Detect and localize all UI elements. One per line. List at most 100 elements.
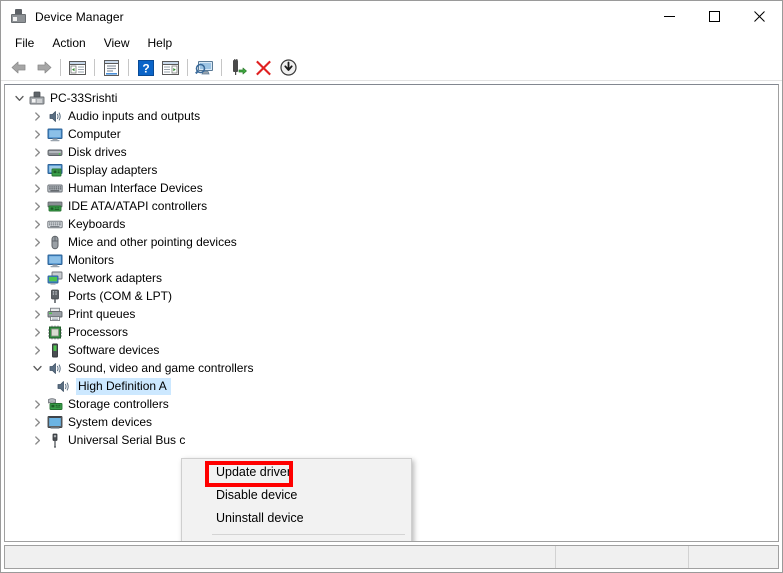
device-manager-icon (10, 8, 27, 25)
menu-item-action[interactable]: Action (43, 34, 94, 53)
tree-row-monitors[interactable]: Monitors (5, 251, 778, 269)
maximize-icon[interactable] (692, 1, 737, 32)
chevron-right-icon[interactable] (29, 341, 45, 359)
tree-row-universal-serial-bus-controllers[interactable]: Universal Serial Bus c (5, 431, 778, 449)
chevron-right-icon[interactable] (29, 323, 45, 341)
tree-label: Mice and other pointing devices (68, 235, 237, 249)
tree-row-system-devices[interactable]: System devices (5, 413, 778, 431)
titlebar: Device Manager (1, 1, 782, 32)
chevron-right-icon[interactable] (29, 143, 45, 161)
tree-row-audio-inputs-and-outputs[interactable]: Audio inputs and outputs (5, 107, 778, 125)
tree-label: System devices (68, 415, 153, 429)
tree-row-network-adapters[interactable]: Network adapters (5, 269, 778, 287)
tree-row-keyboards[interactable]: Keyboards (5, 215, 778, 233)
enable-device-icon[interactable] (226, 56, 251, 80)
tree-label: Human Interface Devices (68, 181, 203, 195)
tree-row-processors[interactable]: Processors (5, 323, 778, 341)
monitor-icon (45, 251, 65, 269)
tree-row-sound-video-and-game-controllers[interactable]: Sound, video and game controllers (5, 359, 778, 377)
chevron-right-icon[interactable] (29, 215, 45, 233)
chevron-down-icon[interactable] (11, 89, 27, 107)
usb-icon (45, 431, 65, 449)
scan-for-hardware-changes-icon[interactable] (192, 56, 217, 80)
device-manager-window: Device Manager File Action View Help ? P… (0, 0, 783, 573)
context-menu-item-scan-for-hardware-changes[interactable]: Scan for hardware changes (212, 539, 411, 541)
chevron-right-icon[interactable] (29, 125, 45, 143)
chevron-right-icon[interactable] (29, 395, 45, 413)
menu-item-file[interactable]: File (6, 34, 43, 53)
tree-row-software-devices[interactable]: Software devices (5, 341, 778, 359)
back-icon[interactable] (6, 56, 31, 80)
window-controls (647, 1, 782, 32)
tree-row-human-interface-devices[interactable]: Human Interface Devices (5, 179, 778, 197)
toolbar-separator (221, 59, 222, 76)
minimize-icon[interactable] (647, 1, 692, 32)
tree-label: Ports (COM & LPT) (68, 289, 173, 303)
storage-controller-icon (45, 395, 65, 413)
window-title: Device Manager (35, 9, 124, 24)
show-hide-action-pane-icon[interactable] (158, 56, 183, 80)
context-menu-item-update-driver[interactable]: Update driver (212, 461, 411, 484)
svg-text:?: ? (142, 61, 149, 75)
forward-icon[interactable] (31, 56, 56, 80)
tree-label: Network adapters (68, 271, 163, 285)
help-icon[interactable]: ? (133, 56, 158, 80)
chevron-right-icon[interactable] (29, 269, 45, 287)
chevron-right-icon[interactable] (29, 431, 45, 449)
port-icon (45, 287, 65, 305)
chevron-right-icon[interactable] (29, 413, 45, 431)
tree-label: Software devices (68, 343, 160, 357)
statusbar-cell-main (5, 546, 556, 568)
tree-label: Keyboards (68, 217, 126, 231)
context-menu-item-uninstall-device[interactable]: Uninstall device (212, 507, 411, 530)
toolbar: ? (1, 55, 782, 81)
tree-label-root: PC-33Srishti (50, 91, 118, 105)
properties-icon[interactable] (99, 56, 124, 80)
chevron-right-icon[interactable] (29, 305, 45, 323)
context-menu[interactable]: Update driver Disable device Uninstall d… (181, 458, 412, 541)
tree-row-computer[interactable]: Computer (5, 125, 778, 143)
computer-root-icon (27, 89, 47, 107)
hid-icon (45, 179, 65, 197)
tree-row-print-queues[interactable]: Print queues (5, 305, 778, 323)
printer-icon (45, 305, 65, 323)
speaker-icon (45, 107, 65, 125)
speaker-icon (45, 359, 65, 377)
tree-label: Processors (68, 325, 129, 339)
chevron-right-icon[interactable] (29, 161, 45, 179)
show-hide-console-tree-icon[interactable] (65, 56, 90, 80)
close-icon[interactable] (737, 1, 782, 32)
context-menu-item-disable-device[interactable]: Disable device (212, 484, 411, 507)
tree-row-high-definition-audio-device[interactable]: High Definition A (5, 377, 778, 395)
tree-row-ports[interactable]: Ports (COM & LPT) (5, 287, 778, 305)
uninstall-device-icon[interactable] (251, 56, 276, 80)
chevron-right-icon[interactable] (29, 287, 45, 305)
chevron-down-icon[interactable] (29, 359, 45, 377)
tree-row-root[interactable]: PC-33Srishti (5, 89, 778, 107)
processor-icon (45, 323, 65, 341)
tree-row-storage-controllers[interactable]: Storage controllers (5, 395, 778, 413)
keyboard-icon (45, 215, 65, 233)
device-tree[interactable]: PC-33Srishti Audio inputs and outputs Co… (4, 84, 779, 542)
network-adapter-icon (45, 269, 65, 287)
chevron-right-icon[interactable] (29, 197, 45, 215)
tree-label: Monitors (68, 253, 115, 267)
update-driver-icon[interactable] (276, 56, 301, 80)
disk-drive-icon (45, 143, 65, 161)
context-menu-separator (212, 534, 405, 535)
chevron-right-icon[interactable] (29, 179, 45, 197)
tree-label: Storage controllers (68, 397, 169, 411)
tree-row-display-adapters[interactable]: Display adapters (5, 161, 778, 179)
software-device-icon (45, 341, 65, 359)
menu-item-help[interactable]: Help (139, 34, 182, 53)
toolbar-separator (60, 59, 61, 76)
tree-row-mice-and-other-pointing-devices[interactable]: Mice and other pointing devices (5, 233, 778, 251)
menu-item-view[interactable]: View (95, 34, 139, 53)
chevron-right-icon[interactable] (29, 107, 45, 125)
chevron-right-icon[interactable] (29, 251, 45, 269)
tree-row-disk-drives[interactable]: Disk drives (5, 143, 778, 161)
chevron-right-icon[interactable] (29, 233, 45, 251)
tree-row-ide-ata-atapi-controllers[interactable]: IDE ATA/ATAPI controllers (5, 197, 778, 215)
ide-controller-icon (45, 197, 65, 215)
toolbar-separator (94, 59, 95, 76)
